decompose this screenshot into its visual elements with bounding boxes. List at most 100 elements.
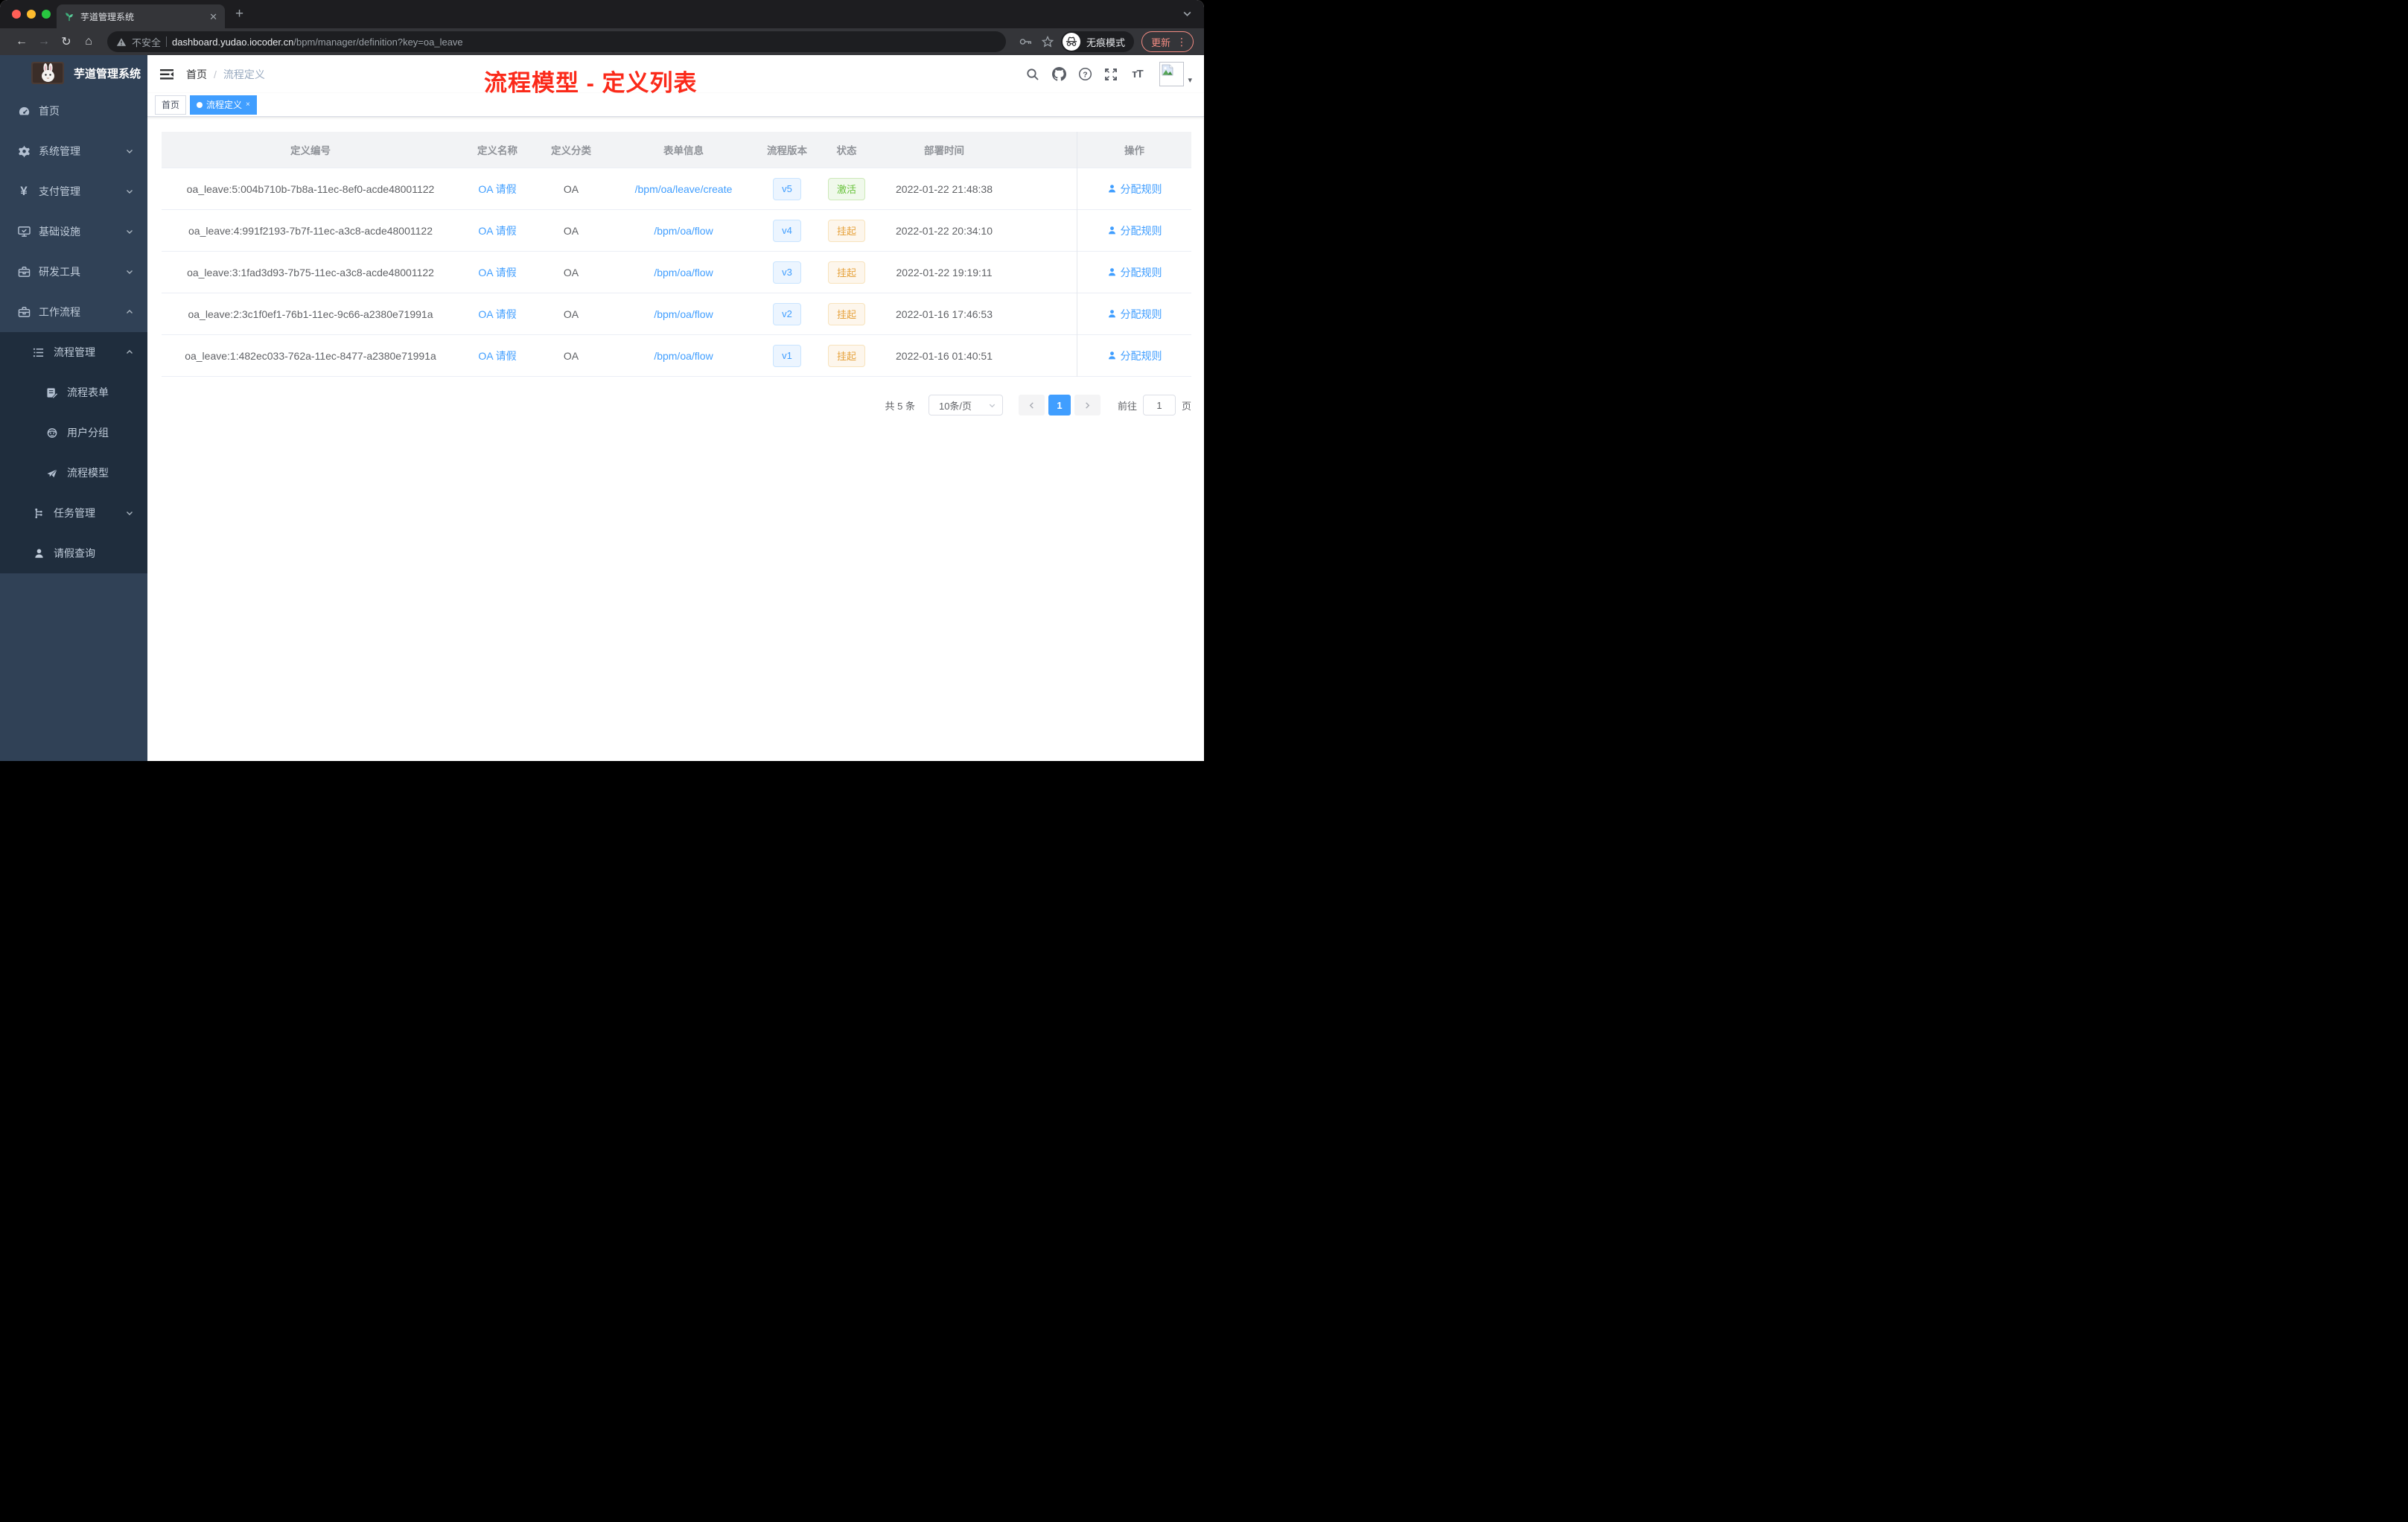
definition-name-link[interactable]: OA 请假 (478, 267, 516, 278)
sidebar-item-task-management[interactable]: 任务管理 (0, 493, 147, 533)
sidebar-item-workflow[interactable]: 工作流程 (0, 292, 147, 332)
sidebar-item-home[interactable]: 首页 (0, 91, 147, 131)
breadcrumb: 首页 / 流程定义 (186, 67, 265, 82)
key-icon[interactable] (1019, 38, 1033, 45)
deploy-time: 2022-01-16 01:40:51 (896, 349, 993, 362)
sidebar-item-leave-query[interactable]: 请假查询 (0, 533, 147, 573)
column-header: 流程版本 (767, 145, 807, 156)
column-header: 定义分类 (551, 145, 591, 156)
window-controls[interactable] (12, 10, 51, 19)
assign-rule-button[interactable]: 分配规则 (1107, 348, 1162, 363)
definition-table: 定义编号 定义名称 定义分类 表单信息 流程版本 状态 部署时间 操作 oa_l… (162, 132, 1191, 377)
definition-category: OA (563, 224, 579, 237)
assign-rule-button[interactable]: 分配规则 (1107, 265, 1162, 280)
url-host: dashboard.yudao.iocoder.cn (172, 36, 294, 48)
breadcrumb-home[interactable]: 首页 (186, 67, 207, 82)
home-icon[interactable]: ⌂ (77, 35, 100, 48)
chevron-down-icon (125, 187, 134, 196)
tab-search-chevron-icon[interactable] (1182, 9, 1192, 19)
tag-close-icon[interactable]: × (246, 101, 250, 109)
form-link[interactable]: /bpm/oa/leave/create (635, 183, 733, 195)
goto-label: 前往 (1117, 400, 1137, 412)
assign-rule-button[interactable]: 分配规则 (1107, 182, 1162, 197)
toolbox-icon (15, 266, 33, 278)
form-link[interactable]: /bpm/oa/flow (654, 308, 713, 320)
version-badge: v1 (773, 344, 801, 367)
browser-tab[interactable]: 芋道管理系统 ✕ (57, 4, 225, 28)
tag-label: 首页 (162, 100, 180, 110)
zoom-window-button[interactable] (42, 10, 51, 19)
assign-rule-button[interactable]: 分配规则 (1107, 223, 1162, 238)
page-size-select[interactable]: 10条/页 (928, 395, 1003, 415)
back-icon[interactable]: ← (10, 35, 33, 48)
definition-name-link[interactable]: OA 请假 (478, 225, 516, 237)
status-badge: 激活 (827, 177, 865, 200)
sidebar-item-infra[interactable]: 基础设施 (0, 211, 147, 252)
tag-process-definition[interactable]: 流程定义 × (190, 95, 257, 115)
sidebar-logo[interactable]: 芋道管理系统 (0, 55, 147, 91)
security-label[interactable]: 不安全 (132, 35, 161, 49)
tab-close-icon[interactable]: ✕ (209, 12, 217, 22)
tag-home[interactable]: 首页 (155, 95, 187, 115)
font-size-icon[interactable]: тT (1129, 66, 1145, 83)
version-badge: v4 (773, 219, 801, 242)
github-icon[interactable] (1051, 66, 1067, 83)
chevron-left-icon (1029, 401, 1033, 409)
close-window-button[interactable] (12, 10, 21, 19)
sidebar-item-pay[interactable]: ¥ 支付管理 (0, 171, 147, 211)
version-badge: v5 (773, 177, 801, 200)
update-menu-button[interactable]: 更新 ⋮ (1141, 31, 1194, 52)
reload-icon[interactable]: ↻ (55, 34, 77, 49)
table-row: oa_leave:1:482ec033-762a-11ec-8477-a2380… (162, 335, 1191, 377)
sidebar-item-devtools[interactable]: 研发工具 (0, 252, 147, 292)
version-badge: v2 (773, 302, 801, 325)
forward-icon[interactable]: → (33, 35, 55, 48)
address-bar[interactable]: 不安全 dashboard.yudao.iocoder.cn/bpm/manag… (107, 31, 1006, 52)
definition-category: OA (563, 182, 579, 195)
definition-category: OA (563, 266, 579, 278)
sidebar-item-label: 请假查询 (54, 547, 95, 559)
minimize-window-button[interactable] (27, 10, 36, 19)
deploy-time: 2022-01-22 19:19:11 (896, 266, 993, 278)
incognito-label: 无痕模式 (1086, 36, 1125, 48)
status-badge: 挂起 (827, 261, 865, 284)
broken-image-icon[interactable] (1159, 62, 1185, 86)
goto-page-input[interactable] (1142, 395, 1176, 415)
assign-rule-button[interactable]: 分配规则 (1107, 307, 1162, 322)
new-tab-button[interactable]: + (235, 7, 243, 21)
incognito-icon (1062, 33, 1080, 51)
page-number-current[interactable]: 1 (1048, 395, 1071, 415)
form-link[interactable]: /bpm/oa/flow (654, 350, 713, 362)
url-text[interactable]: dashboard.yudao.iocoder.cn/bpm/manager/d… (172, 36, 997, 48)
dashboard-icon (15, 105, 33, 118)
next-page-button[interactable] (1074, 395, 1101, 415)
menu-dots-icon[interactable]: ⋮ (1176, 36, 1187, 48)
url-divider (166, 36, 168, 47)
user-menu[interactable]: ▾ (1159, 62, 1192, 86)
user-icon (1108, 268, 1115, 276)
breadcrumb-current: 流程定义 (223, 68, 265, 80)
sidebar-item-process-form[interactable]: 流程表单 (0, 372, 147, 413)
sidebar-item-process-management[interactable]: 流程管理 (0, 332, 147, 372)
deploy-time: 2022-01-16 17:46:53 (896, 308, 993, 320)
caret-down-icon: ▾ (1188, 76, 1192, 85)
user-icon (30, 548, 48, 559)
sidebar-item-process-model[interactable]: 流程模型 (0, 453, 147, 493)
definition-name-link[interactable]: OA 请假 (478, 308, 516, 320)
hamburger-collapse-icon[interactable] (159, 68, 174, 81)
prev-page-button[interactable] (1018, 395, 1045, 415)
help-icon[interactable]: ? (1077, 66, 1093, 83)
sidebar-item-user-group[interactable]: 用户分组 (0, 413, 147, 453)
form-link[interactable]: /bpm/oa/flow (654, 225, 713, 237)
form-link[interactable]: /bpm/oa/flow (654, 267, 713, 278)
search-icon[interactable] (1025, 66, 1041, 83)
fullscreen-icon[interactable] (1103, 66, 1119, 83)
briefcase-icon (15, 306, 33, 318)
sidebar-item-system[interactable]: 系统管理 (0, 131, 147, 171)
definition-name-link[interactable]: OA 请假 (478, 350, 516, 362)
favicon-sprout-icon (64, 11, 74, 22)
yuan-icon: ¥ (20, 184, 28, 198)
definition-name-link[interactable]: OA 请假 (478, 183, 516, 195)
table-row: oa_leave:2:3c1f0ef1-76b1-11ec-9c66-a2380… (162, 293, 1191, 335)
star-icon[interactable] (1041, 36, 1054, 48)
